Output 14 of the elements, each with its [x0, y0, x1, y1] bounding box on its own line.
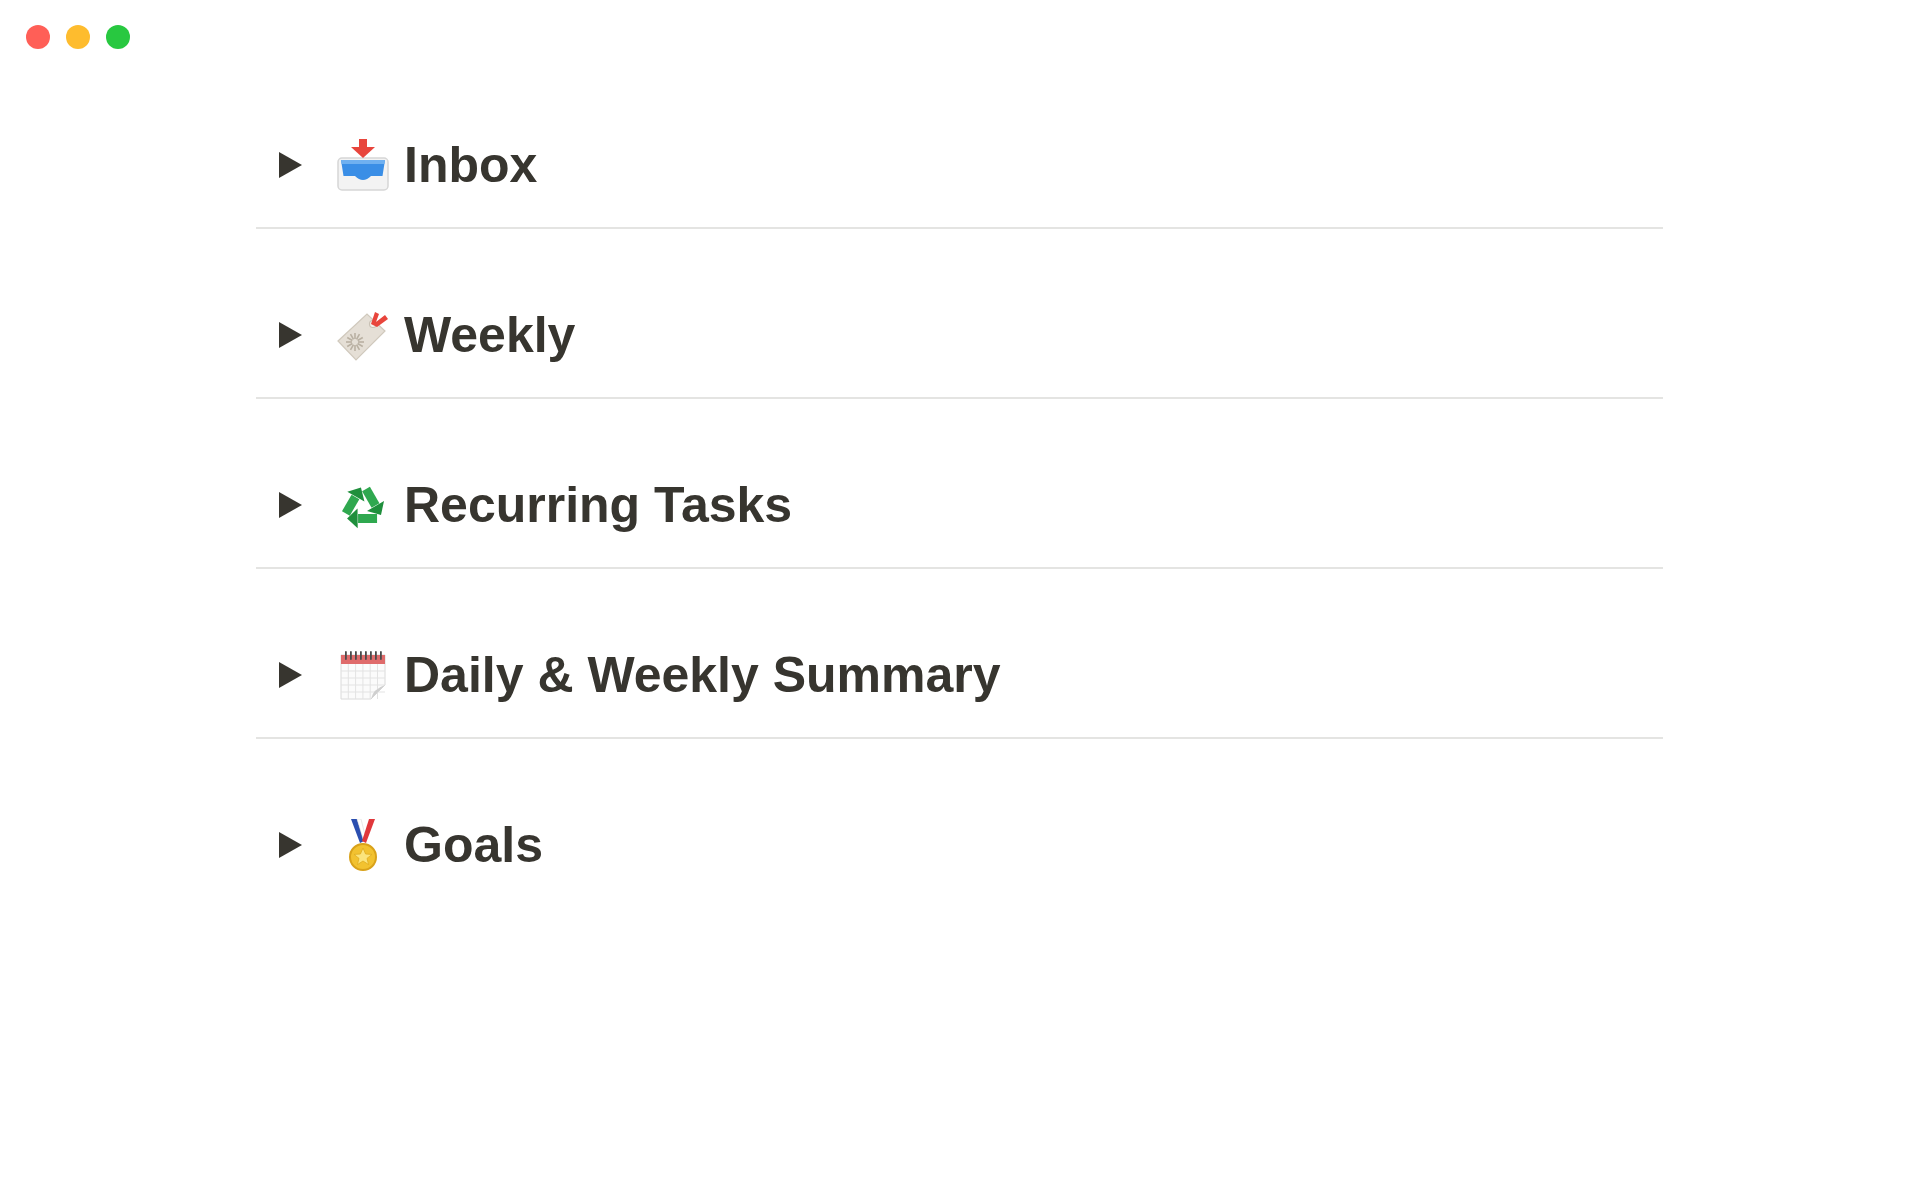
toggle-triangle-icon[interactable]	[279, 152, 302, 178]
inbox-tray-icon	[337, 139, 389, 191]
close-button[interactable]	[26, 25, 50, 49]
tag-icon	[337, 309, 389, 361]
calendar-icon	[337, 649, 389, 701]
toggle-heading: Recurring Tasks	[404, 476, 793, 535]
toggle-heading: Weekly	[404, 306, 576, 365]
toggle-heading: Goals	[404, 816, 543, 875]
toggle-heading: Inbox	[404, 136, 538, 195]
toggle-triangle-icon[interactable]	[279, 492, 302, 518]
toggle-heading: Daily & Weekly Summary	[404, 646, 1001, 705]
toggle-triangle-icon[interactable]	[279, 832, 302, 858]
toggle-triangle-icon[interactable]	[279, 322, 302, 348]
toggle-triangle-icon[interactable]	[279, 662, 302, 688]
